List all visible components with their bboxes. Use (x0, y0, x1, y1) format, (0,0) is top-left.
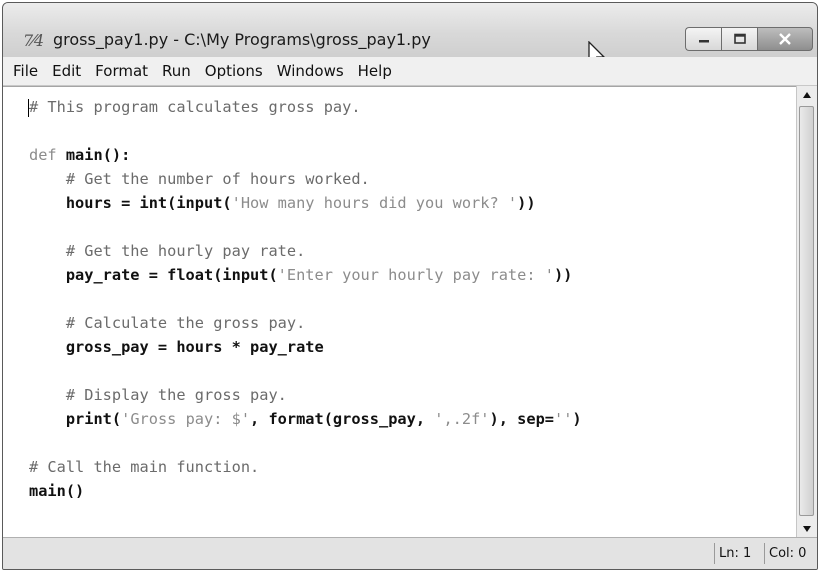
idle-app-icon: 7⁄4 (23, 31, 44, 50)
idle-editor-window: 7⁄4 gross_pay1.py - C:\My Programs\gross… (2, 2, 818, 570)
code-line: # Get the hourly pay rate. (29, 239, 582, 263)
vertical-scrollbar[interactable] (796, 86, 817, 538)
comment-text: # Get the hourly pay rate. (29, 242, 306, 260)
close-button[interactable] (757, 27, 813, 51)
scroll-down-button[interactable] (797, 520, 817, 538)
menu-edit[interactable]: Edit (45, 62, 88, 80)
code-text: # This program calculates gross pay. def… (29, 95, 582, 503)
menu-help[interactable]: Help (351, 62, 399, 80)
string-text: 'Gross pay: $' (121, 410, 251, 428)
minimize-button[interactable] (685, 27, 721, 51)
code-text-span: print( (29, 410, 122, 428)
code-line: def main(): (29, 143, 582, 167)
code-text-span: gross_pay = hours * pay_rate (29, 338, 324, 356)
code-line: pay_rate = float(input('Enter your hourl… (29, 263, 582, 287)
close-icon (779, 33, 791, 45)
menu-bar: File Edit Format Run Options Windows Hel… (3, 57, 817, 86)
code-line: hours = int(input('How many hours did yo… (29, 191, 582, 215)
code-text-span: ) (572, 410, 582, 428)
window-controls (685, 27, 813, 53)
title-bar[interactable]: 7⁄4 gross_pay1.py - C:\My Programs\gross… (3, 3, 817, 68)
code-line: # Get the number of hours worked. (29, 167, 582, 191)
scrollbar-thumb[interactable] (799, 106, 814, 516)
menu-file[interactable]: File (3, 62, 45, 80)
string-text: 'How many hours did you work? ' (231, 194, 518, 212)
code-text-span: main(): (56, 146, 131, 164)
menu-format[interactable]: Format (88, 62, 155, 80)
code-line: # Display the gross pay. (29, 383, 582, 407)
code-line: # This program calculates gross pay. (29, 95, 582, 119)
line-number-indicator: Ln: 1 (714, 543, 765, 564)
maximize-icon (733, 33, 746, 44)
triangle-down-icon (803, 526, 811, 532)
triangle-up-icon (803, 92, 811, 98)
menu-run[interactable]: Run (155, 62, 198, 80)
window-title: gross_pay1.py - C:\My Programs\gross_pay… (53, 30, 431, 49)
menu-options[interactable]: Options (198, 62, 270, 80)
code-line: # Calculate the gross pay. (29, 311, 582, 335)
status-bar: Ln: 1 Col: 0 (3, 537, 817, 569)
code-text-span: main() (29, 482, 85, 500)
code-text-span: , format(gross_pay, (250, 410, 435, 428)
code-text-span: ), sep= (489, 410, 554, 428)
comment-text: # Get the number of hours worked. (29, 170, 370, 188)
code-editor[interactable]: # This program calculates gross pay. def… (3, 86, 799, 539)
minimize-icon (698, 40, 709, 43)
menu-windows[interactable]: Windows (270, 62, 351, 80)
string-text: '' (553, 410, 573, 428)
code-line: # Call the main function. (29, 455, 582, 479)
comment-text: # Calculate the gross pay. (29, 314, 306, 332)
string-text: 'Enter your hourly pay rate: ' (277, 266, 554, 284)
string-text: ',.2f' (434, 410, 490, 428)
code-text-span: )) (517, 194, 536, 212)
keyword-text: def (29, 146, 57, 164)
code-line: print('Gross pay: $', format(gross_pay, … (29, 407, 582, 431)
code-text-span: pay_rate = float(input( (29, 266, 278, 284)
comment-text: # Call the main function. (29, 458, 260, 476)
code-text-span: )) (553, 266, 573, 284)
code-text-span: hours = int(input( (29, 194, 232, 212)
scroll-up-button[interactable] (797, 86, 817, 104)
code-line: gross_pay = hours * pay_rate (29, 335, 582, 359)
code-line: main() (29, 479, 582, 503)
column-number-indicator: Col: 0 (764, 543, 817, 564)
maximize-button[interactable] (721, 27, 757, 51)
comment-text: # This program calculates gross pay. (29, 98, 361, 116)
comment-text: # Display the gross pay. (29, 386, 287, 404)
